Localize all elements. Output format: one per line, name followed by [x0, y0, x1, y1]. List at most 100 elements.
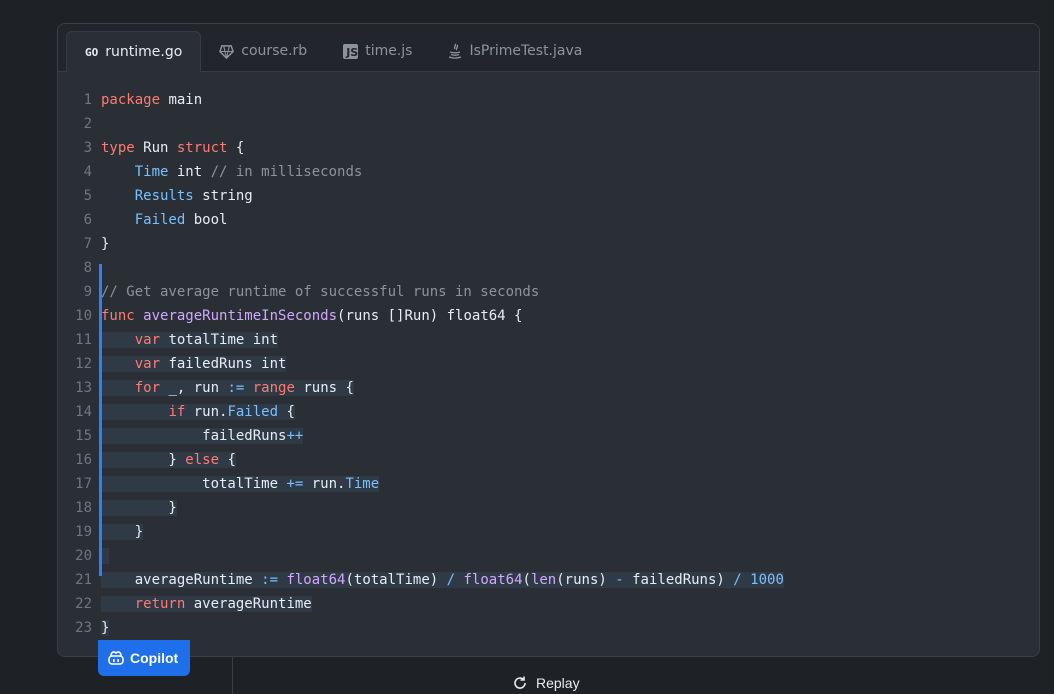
line-number: 19: [75, 524, 92, 540]
code-token: type: [101, 140, 135, 156]
code-token: Time: [134, 164, 169, 180]
code-token: return: [134, 596, 186, 612]
code-token: -: [615, 572, 624, 588]
code-editor: GO runtime.go course.rb JS time.js IsPri…: [57, 23, 1040, 657]
code-token: (runs): [556, 572, 616, 588]
code-token: range: [252, 380, 295, 396]
code-area[interactable]: 1 package main 2 3 type Run struct {4 Time i…: [58, 88, 1039, 640]
line-number: 16: [75, 452, 92, 468]
code-token: Run: [134, 140, 177, 156]
code-token: Failed: [227, 404, 279, 420]
code-token: int: [168, 164, 211, 180]
line-number: 23: [75, 620, 92, 636]
code-line: 9 // Get average runtime of successful ru…: [58, 280, 1039, 304]
code-token: Results: [134, 188, 194, 204]
file-tab-bar: GO runtime.go course.rb JS time.js IsPri…: [58, 24, 1039, 72]
suggestion-text: totalTime += run.Time: [101, 476, 380, 492]
code-token: // Get average runtime of successful run…: [101, 284, 540, 300]
suggestion-text: }: [101, 524, 144, 540]
line-content: Results string: [92, 184, 253, 208]
code-line: 7}: [58, 232, 1039, 256]
code-token: package: [101, 92, 161, 108]
code-token: averageRuntime: [185, 596, 312, 612]
code-text: func averageRuntimeInSeconds(runs []Run)…: [101, 308, 522, 324]
code-text: // Get average runtime of successful run…: [101, 284, 539, 300]
line-content: }: [92, 616, 110, 640]
replay-label: Replay: [536, 675, 580, 691]
code-token: string: [193, 188, 253, 204]
code-token: totalTime int: [160, 332, 279, 348]
line-content: func averageRuntimeInSeconds(runs []Run)…: [92, 304, 522, 328]
code-line: 15 failedRuns++: [58, 424, 1039, 448]
code-line: 10 func averageRuntimeInSeconds(runs []Ru…: [58, 304, 1039, 328]
line-content: type Run struct {: [92, 136, 244, 160]
copilot-badge: Copilot: [98, 640, 191, 676]
ruby-icon: [219, 44, 235, 59]
tab-time-js[interactable]: JS time.js: [325, 31, 430, 71]
code-token: run.: [303, 476, 346, 492]
code-line: 17 totalTime += run.Time: [58, 472, 1039, 496]
code-line: 2: [58, 112, 1039, 136]
code-token: for: [134, 380, 161, 396]
code-text: Results string: [101, 188, 253, 204]
tab-label: course.rb: [241, 43, 308, 59]
tab-runtime-go[interactable]: GO runtime.go: [66, 31, 202, 72]
suggestion-text: failedRuns++: [101, 428, 304, 444]
code-token: /: [733, 572, 742, 588]
code-line: 4 Time int // in milliseconds: [58, 160, 1039, 184]
tab-course-rb[interactable]: course.rb: [201, 31, 325, 71]
code-token: main: [160, 92, 203, 108]
line-number: 10: [75, 308, 92, 324]
line-number: 7: [83, 236, 92, 252]
code-token: if: [168, 404, 186, 420]
line-number: 2: [83, 116, 92, 132]
code-token: (totalTime): [345, 572, 447, 588]
code-token: runs {: [294, 380, 354, 396]
suggestion-text: }: [101, 620, 110, 636]
code-token: :=: [227, 380, 245, 396]
divider: [232, 657, 233, 694]
code-token: func: [101, 308, 135, 324]
tab-isprimetest-java[interactable]: IsPrimeTest.java: [430, 31, 600, 71]
code-token: (runs []Run) float64 {: [337, 308, 523, 324]
code-token: failedRuns: [101, 428, 287, 444]
code-token: Failed: [134, 212, 186, 228]
code-token: (: [522, 572, 531, 588]
code-token: {: [227, 140, 245, 156]
line-content: return averageRuntime: [92, 592, 312, 616]
code-line: 16 } else {: [58, 448, 1039, 472]
line-number: 3: [83, 140, 92, 156]
line-content: failedRuns++: [92, 424, 304, 448]
suggestion-text: averageRuntime := float64(totalTime) / f…: [101, 572, 784, 588]
suggestion-indicator-bar: [99, 264, 102, 576]
code-token: float64: [463, 572, 523, 588]
js-icon: JS: [343, 43, 358, 59]
code-line: 1 package main: [58, 88, 1039, 112]
code-token: ++: [286, 428, 304, 444]
code-text: Failed bool: [101, 212, 228, 228]
code-token: /: [446, 572, 456, 588]
line-number: 17: [75, 476, 92, 492]
code-token: }: [101, 452, 186, 468]
line-number: 13: [75, 380, 92, 396]
code-text: Time int // in milliseconds: [101, 164, 363, 180]
code-line: 18 }: [58, 496, 1039, 520]
line-number: 6: [83, 212, 92, 228]
code-token: failedRuns int: [160, 356, 287, 372]
suggestion-text: var failedRuns int: [101, 356, 287, 372]
code-token: }: [101, 620, 110, 636]
line-content: averageRuntime := float64(totalTime) / f…: [92, 568, 784, 592]
line-number: 1: [83, 92, 92, 108]
line-number: 5: [83, 188, 92, 204]
replay-button[interactable]: Replay: [512, 675, 580, 691]
line-content: }: [92, 496, 177, 520]
